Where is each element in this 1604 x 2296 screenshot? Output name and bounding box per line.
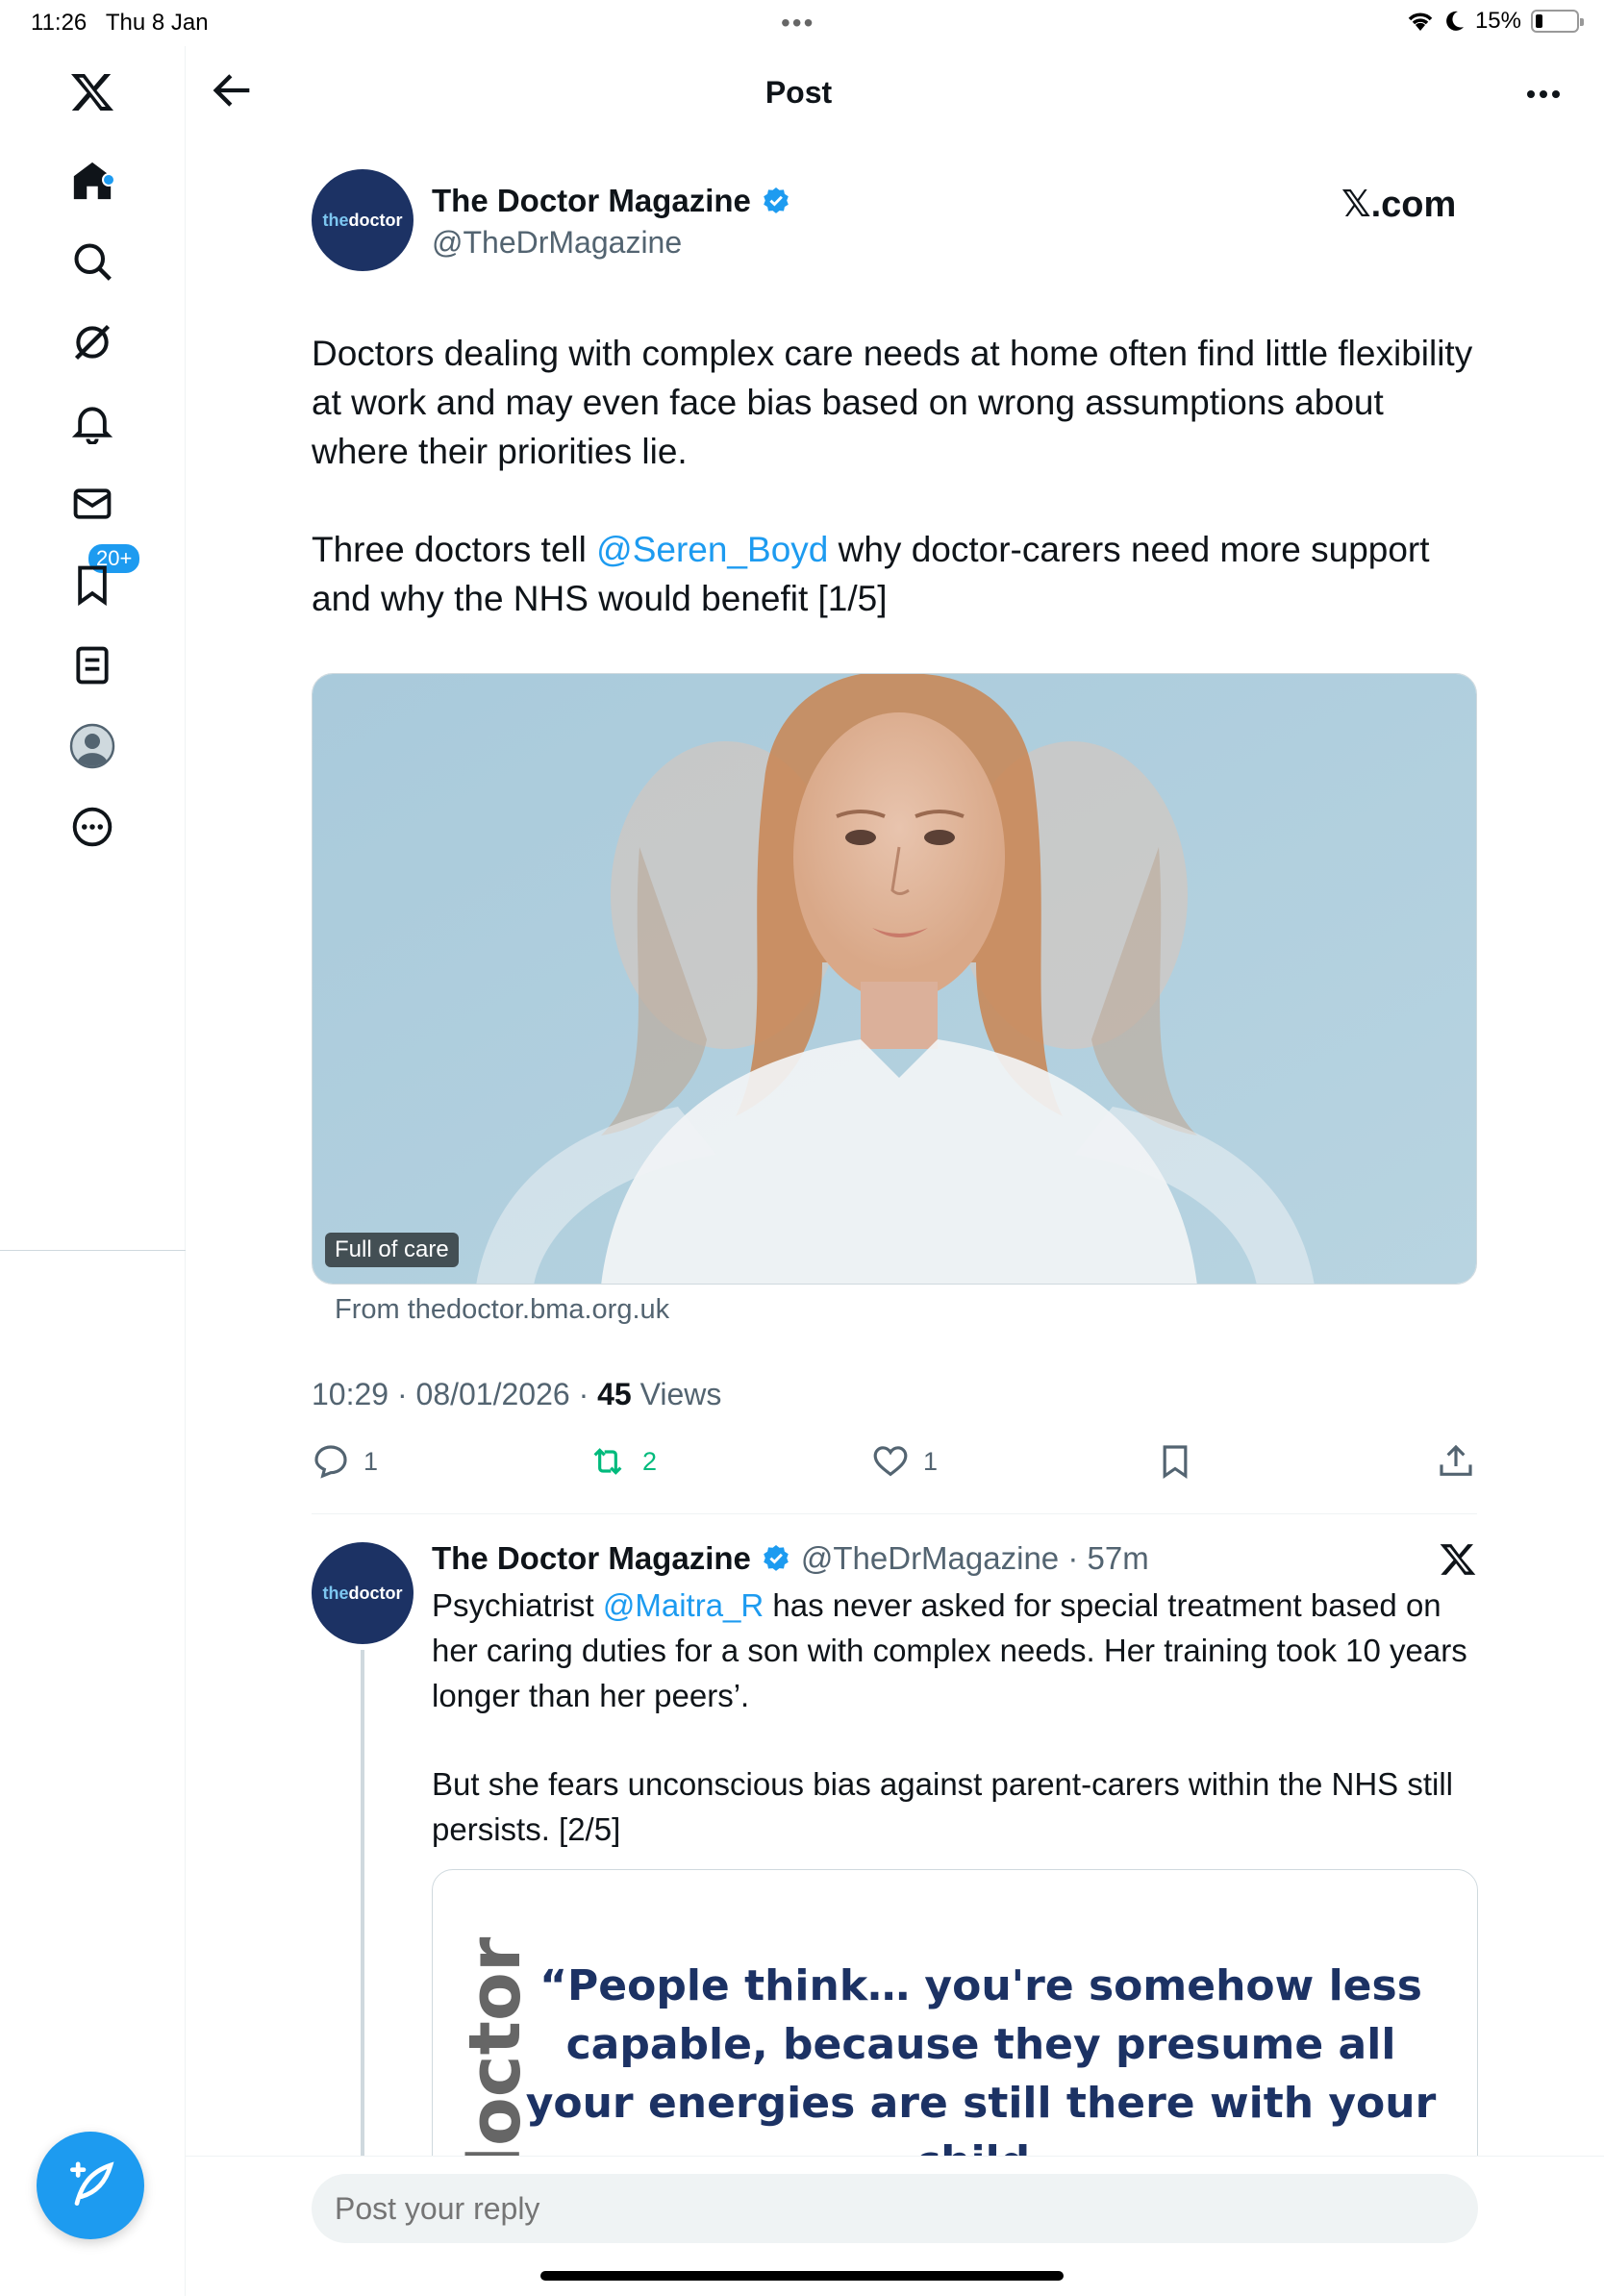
verified-badge-icon [764,187,789,213]
avatar-logo-the: the [322,210,349,230]
bookmarks-icon[interactable] [62,554,123,615]
share-button[interactable] [1437,1442,1475,1481]
more-circle-icon[interactable] [62,796,123,858]
home-unread-dot [102,173,115,187]
x-com-label: 𝕏.com [1341,185,1457,225]
reply-author-handle[interactable]: @TheDrMagazine · 57m [801,1540,1149,1577]
battery-percent: 15% [1474,8,1521,34]
author-avatar[interactable]: the doctor [312,169,414,271]
profile-avatar-icon[interactable] [62,715,123,777]
messages-mail-icon[interactable] [62,473,123,535]
card-title-label: Full of care [325,1233,459,1267]
mention-link[interactable]: @Maitra_R [603,1587,764,1623]
like-button[interactable]: 1 [871,1442,938,1481]
reply-text: Psychiatrist @Maitra_R has never asked f… [432,1583,1480,1852]
repost-button[interactable]: 2 [587,1442,657,1481]
status-right: 15% [1406,8,1584,35]
reply-author-name[interactable]: The Doctor Magazine [432,1540,751,1577]
grok-icon[interactable] [62,312,123,373]
wifi-icon [1408,12,1433,31]
multitasking-dots-icon[interactable]: ••• [781,8,815,38]
reply-button[interactable]: 1 [312,1442,378,1481]
reply-header: The Doctor Magazine @TheDrMagazine · 57m [432,1540,1149,1577]
lists-icon[interactable] [62,635,123,696]
like-count: 1 [923,1446,939,1476]
author-handle[interactable]: @TheDrMagazine [432,225,682,261]
post-date[interactable]: 08/01/2026 [416,1377,570,1411]
x-logo-icon[interactable] [1439,1540,1477,1579]
nav-divider [0,1250,186,1251]
post-text: Doctors dealing with complex care needs … [312,329,1485,623]
bookmark-icon [1163,1445,1188,1480]
status-time: 11:26 Thu 8 Jan [31,10,209,36]
author-name[interactable]: The Doctor Magazine [432,183,791,219]
avatar-logo-the: the [322,1583,349,1603]
heart-icon [873,1446,908,1477]
status-bar: 11:26 Thu 8 Jan ••• 15% [0,0,1604,46]
avatar-logo-doctor: doctor [348,210,403,230]
views-label: Views [639,1377,722,1411]
moon-icon [1446,11,1464,31]
post-paragraph-1: Doctors dealing with complex care needs … [312,334,1473,471]
author-name-text: The Doctor Magazine [432,183,751,218]
views-count: 45 [597,1377,632,1411]
home-indicator[interactable] [540,2271,1064,2281]
compose-post-button[interactable] [37,2132,144,2239]
avatar-logo-doctor: doctor [348,1583,403,1603]
bookmark-button[interactable] [1156,1442,1194,1481]
left-nav: 20+ [0,46,186,2296]
repost-count: 2 [642,1446,658,1476]
search-icon[interactable] [62,231,123,292]
post-actions: 1 2 1 [312,1442,1477,1500]
post-paragraph-2: Three doctors tell @Seren_Boyd why docto… [312,530,1430,618]
card-source-link[interactable]: From thedoctor.bma.org.uk [335,1294,669,1326]
compose-feather-icon [70,2161,114,2206]
post-divider [312,1513,1477,1514]
repost-icon [593,1448,622,1475]
mention-link[interactable]: @Seren_Boyd [596,530,828,569]
reply-input[interactable] [312,2174,1478,2243]
thread-line [361,1650,364,2159]
quote-text: “People think… you're somehow less capab… [525,1961,1437,2185]
ellipsis-icon [1527,90,1560,98]
post-time[interactable]: 10:29 [312,1377,388,1411]
page-title: Post [764,75,833,110]
link-card-image[interactable] [312,673,1477,1285]
reply-count: 1 [363,1446,379,1476]
verified-badge-icon [764,1545,789,1571]
reply-bubble-icon [314,1445,347,1479]
share-upload-icon [1440,1444,1472,1476]
woman-portrait-image [313,674,1476,1284]
more-options-button[interactable] [1519,73,1567,112]
battery-icon [1531,10,1584,33]
post-timestamp-views: 10:29 · 08/01/2026 · 45 Views [312,1377,722,1411]
reply-author-avatar[interactable]: the doctor [312,1542,414,1644]
notifications-bell-icon[interactable] [62,392,123,454]
reply-image-card[interactable]: doctor “People think… you're somehow les… [432,1869,1478,2186]
reply-paragraph-2: But she fears unconscious bias against p… [432,1766,1454,1847]
reply-paragraph-1: Psychiatrist @Maitra_R has never asked f… [432,1587,1467,1713]
